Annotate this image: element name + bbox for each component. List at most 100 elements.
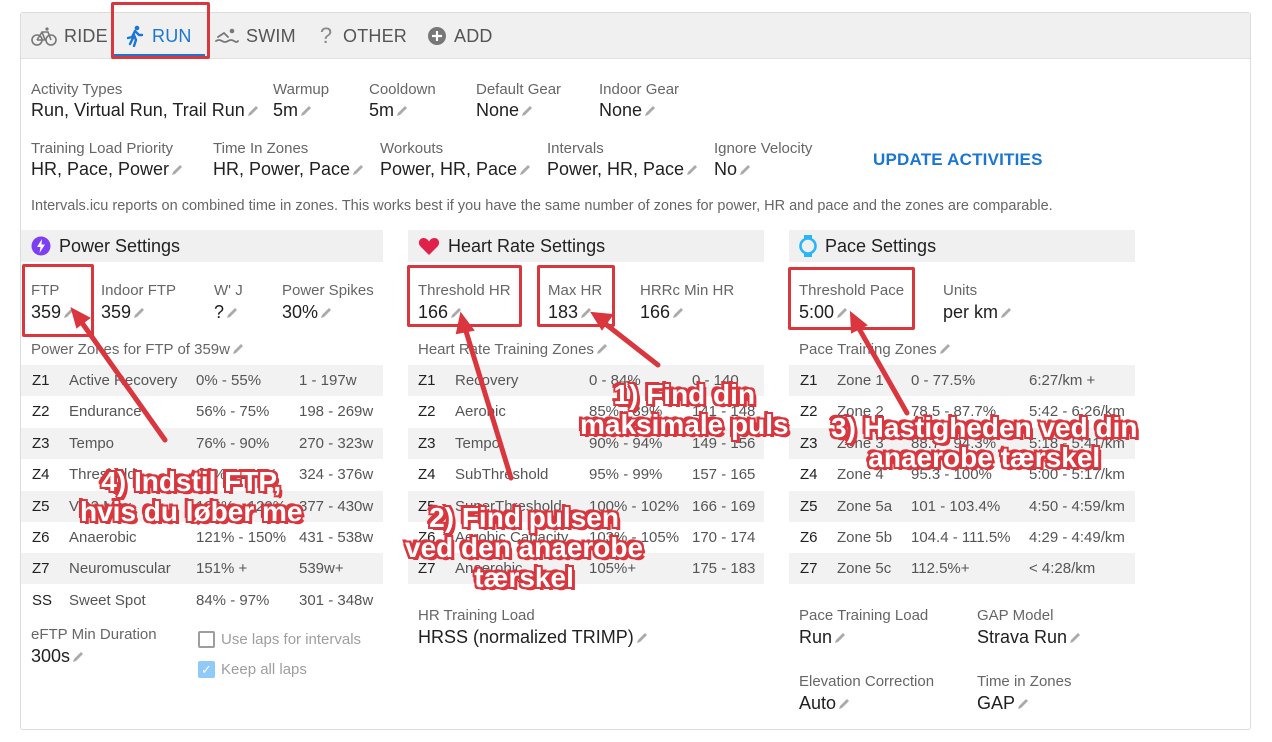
hrrc-min-hr-value: 166 bbox=[640, 302, 671, 322]
edit-icon[interactable] bbox=[636, 632, 648, 644]
heart-icon bbox=[418, 238, 440, 255]
edit-icon[interactable] bbox=[232, 343, 244, 355]
time-in-zones-value: HR, Power, Pace bbox=[213, 159, 351, 179]
tab-ride[interactable]: RIDE bbox=[31, 13, 108, 59]
gap-model-field[interactable]: GAP Model Strava Run bbox=[977, 607, 1081, 648]
hr-zones-title[interactable]: Heart Rate Training Zones bbox=[418, 341, 608, 358]
edit-icon[interactable] bbox=[247, 105, 259, 117]
zone-id: Z4 bbox=[32, 466, 50, 484]
highlight-run-tab bbox=[111, 2, 210, 59]
power-zones-title[interactable]: Power Zones for FTP of 359w bbox=[31, 341, 244, 358]
zone-name: Aerobic bbox=[455, 403, 506, 421]
edit-icon[interactable] bbox=[644, 105, 656, 117]
zone-id: Z6 bbox=[32, 529, 50, 546]
edit-icon[interactable] bbox=[838, 698, 850, 710]
edit-icon[interactable] bbox=[834, 632, 846, 644]
edit-icon[interactable] bbox=[521, 105, 533, 117]
ignore-velocity-value: No bbox=[714, 159, 738, 179]
zone-row: Z6 Zone 5b 104.4 - 111.5% 4:29 - 4:49/km bbox=[789, 522, 1135, 553]
edit-icon[interactable] bbox=[1069, 632, 1081, 644]
pace-training-load-field[interactable]: Pace Training Load Run bbox=[799, 607, 928, 648]
zone-name: Neuromuscular bbox=[69, 560, 171, 578]
zone-name: Zone 5b bbox=[837, 529, 893, 546]
zone-range: 301 - 348w bbox=[299, 591, 374, 609]
edit-icon[interactable] bbox=[596, 343, 608, 355]
hrrc-min-hr-field[interactable]: HRRc Min HR 166 bbox=[640, 282, 734, 323]
zone-id: Z2 bbox=[418, 403, 436, 421]
pace-settings-header: Pace Settings bbox=[789, 230, 1135, 262]
zone-row: Z2 Endurance 56% - 75% 198 - 269w bbox=[21, 396, 383, 427]
update-activities-button[interactable]: UPDATE ACTIVITIES bbox=[873, 150, 1043, 170]
highlight-threshold-pace bbox=[788, 267, 915, 330]
edit-icon[interactable] bbox=[686, 164, 698, 176]
eftp-min-duration-field[interactable]: eFTP Min Duration 300s bbox=[31, 626, 157, 667]
hr-training-load-field[interactable]: HR Training Load HRSS (normalized TRIMP) bbox=[418, 607, 648, 648]
zone-pct: 112.5%+ bbox=[911, 560, 970, 578]
edit-icon[interactable] bbox=[133, 307, 145, 319]
workouts-label: Workouts bbox=[380, 140, 444, 157]
zone-range: 431 - 538w bbox=[299, 529, 374, 546]
training-load-priority-field[interactable]: Training Load Priority HR, Pace, Power bbox=[31, 140, 183, 180]
tab-other[interactable]: ? OTHER bbox=[316, 13, 407, 59]
edit-icon[interactable] bbox=[352, 164, 364, 176]
pace-zones-title[interactable]: Pace Training Zones bbox=[799, 341, 951, 358]
tab-swim-label: SWIM bbox=[246, 25, 296, 46]
zone-id: Z4 bbox=[418, 466, 436, 484]
edit-icon[interactable] bbox=[320, 307, 332, 319]
eftp-min-duration-label: eFTP Min Duration bbox=[31, 626, 157, 643]
edit-icon[interactable] bbox=[226, 307, 238, 319]
checkbox-unchecked[interactable] bbox=[198, 631, 215, 648]
pace-zones-title-text: Pace Training Zones bbox=[799, 341, 937, 358]
zone-row: Z1 Zone 1 0 - 77.5% 6:27/km + bbox=[789, 365, 1135, 396]
indoor-ftp-value: 359 bbox=[101, 302, 132, 322]
tab-add[interactable]: ADD bbox=[427, 13, 493, 59]
units-value: per km bbox=[943, 302, 999, 322]
ignore-velocity-field[interactable]: Ignore Velocity No bbox=[714, 140, 812, 180]
time-in-zones-field[interactable]: Time In Zones HR, Power, Pace bbox=[213, 140, 364, 180]
indoor-ftp-field[interactable]: Indoor FTP 359 bbox=[101, 282, 176, 323]
checkmark-icon[interactable]: ✓ bbox=[198, 661, 215, 678]
pace-time-in-zones-field[interactable]: Time in Zones GAP bbox=[977, 673, 1071, 714]
zone-range: 4:50 - 4:59/km bbox=[1029, 497, 1125, 515]
edit-icon[interactable] bbox=[519, 164, 531, 176]
workouts-field[interactable]: Workouts Power, HR, Pace bbox=[380, 140, 531, 180]
default-gear-field[interactable]: Default Gear None bbox=[476, 81, 561, 121]
annotation-line: 4) Indstil FTP, bbox=[101, 466, 282, 497]
edit-icon[interactable] bbox=[300, 105, 312, 117]
edit-icon[interactable] bbox=[1000, 307, 1012, 319]
units-field[interactable]: Units per km bbox=[943, 282, 1012, 323]
edit-icon[interactable] bbox=[739, 164, 751, 176]
zone-row: Z1 Active Recovery 0% - 55% 1 - 197w bbox=[21, 365, 383, 396]
zone-pct: 151% + bbox=[196, 560, 248, 578]
swim-icon bbox=[215, 28, 239, 43]
w-prime-label: W' J bbox=[214, 282, 243, 299]
elevation-correction-field[interactable]: Elevation Correction Auto bbox=[799, 673, 934, 714]
w-prime-field[interactable]: W' J ? bbox=[214, 282, 243, 323]
edit-icon[interactable] bbox=[396, 105, 408, 117]
tab-swim[interactable]: SWIM bbox=[215, 13, 296, 59]
cooldown-field[interactable]: Cooldown 5m bbox=[369, 81, 436, 121]
pace-settings-title: Pace Settings bbox=[825, 235, 937, 256]
indoor-gear-field[interactable]: Indoor Gear None bbox=[599, 81, 679, 121]
annotation-line: maksimale puls bbox=[580, 409, 789, 440]
tab-other-label: OTHER bbox=[343, 25, 407, 46]
edit-icon[interactable] bbox=[1017, 698, 1029, 710]
power-spikes-field[interactable]: Power Spikes 30% bbox=[282, 282, 374, 323]
activity-types-value: Run, Virtual Run, Trail Run bbox=[31, 100, 245, 120]
activity-types-field[interactable]: Activity Types Run, Virtual Run, Trail R… bbox=[31, 81, 259, 121]
hrrc-min-hr-label: HRRc Min HR bbox=[640, 282, 735, 299]
zone-id: Z6 bbox=[800, 529, 818, 546]
keep-laps-checkbox[interactable]: ✓ Keep all laps bbox=[198, 661, 307, 678]
edit-icon[interactable] bbox=[672, 307, 684, 319]
warmup-field[interactable]: Warmup 5m bbox=[273, 81, 329, 121]
edit-icon[interactable] bbox=[939, 343, 951, 355]
edit-icon[interactable] bbox=[72, 651, 84, 663]
zone-pct: 56% - 75% bbox=[196, 403, 270, 421]
zone-id: Z7 bbox=[32, 560, 50, 578]
hr-training-load-label: HR Training Load bbox=[418, 607, 535, 624]
hr-settings-title: Heart Rate Settings bbox=[448, 235, 606, 256]
zone-pct: 84% - 97% bbox=[196, 591, 270, 609]
use-laps-checkbox[interactable]: Use laps for intervals bbox=[198, 631, 361, 648]
edit-icon[interactable] bbox=[171, 164, 183, 176]
intervals-field[interactable]: Intervals Power, HR, Pace bbox=[547, 140, 698, 180]
